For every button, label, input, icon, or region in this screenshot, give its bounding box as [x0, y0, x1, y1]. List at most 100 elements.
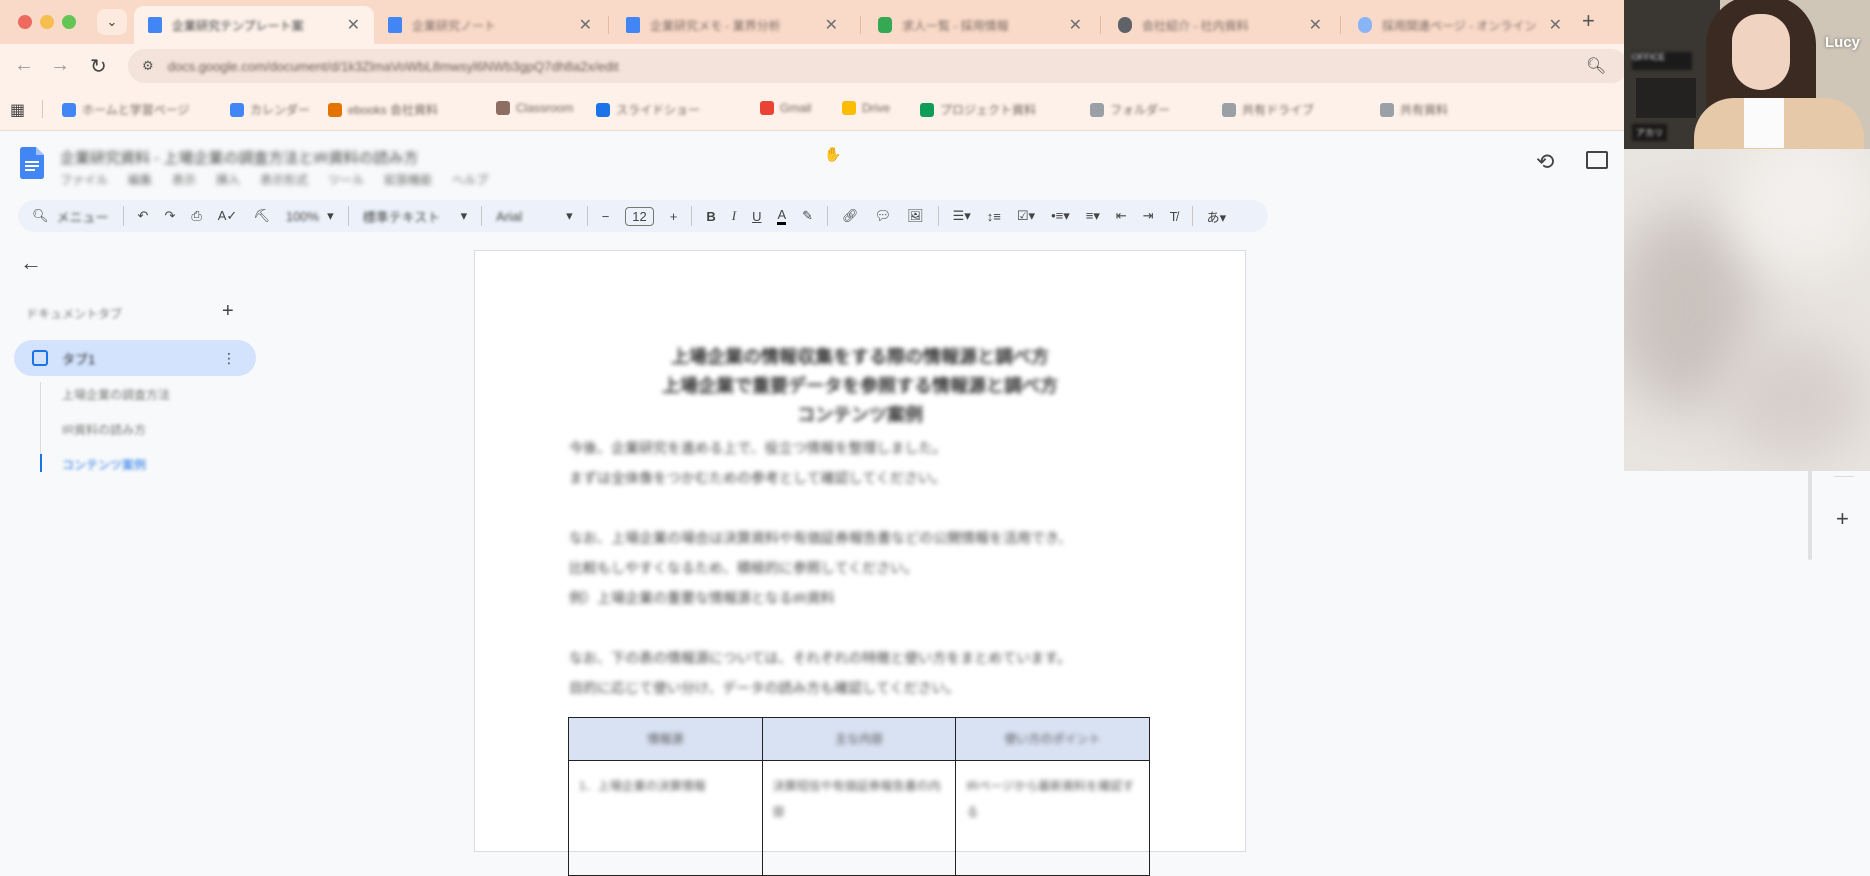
bookmark-item[interactable]: カレンダー — [230, 101, 310, 118]
add-comment-icon[interactable]: 💬︎ — [875, 208, 892, 224]
zoom-magnifier-icon[interactable]: 🔍︎ — [1586, 56, 1606, 76]
line-spacing-icon[interactable]: ↕≡ — [987, 209, 1001, 224]
bookmark-item[interactable]: 共有資料 — [1380, 101, 1448, 118]
tab-close-icon[interactable]: ✕ — [1309, 15, 1322, 35]
bookmark-item[interactable]: Drive — [842, 101, 890, 115]
tab-close-icon[interactable]: ✕ — [825, 15, 838, 35]
menu-edit[interactable]: 編集 — [128, 171, 152, 188]
menu-insert[interactable]: 挿入 — [216, 171, 240, 188]
close-outline-arrow-icon[interactable]: ← — [20, 250, 42, 276]
browser-tab[interactable]: 企業研究ノート ✕ — [374, 6, 606, 44]
font-dropdown-icon[interactable]: ▾ — [566, 208, 573, 224]
table-cell[interactable]: 決算短信や有価証券報告書の内容 — [761, 760, 957, 876]
bulleted-list-icon[interactable]: •≡▾ — [1051, 208, 1070, 224]
search-menus-input[interactable]: メニュー — [57, 207, 109, 226]
outline-heading-active[interactable]: コンテンツ案例 — [62, 456, 146, 473]
window-close-button[interactable] — [18, 15, 32, 29]
font-size-input[interactable]: 12 — [625, 206, 654, 226]
menu-extensions[interactable]: 拡張機能 — [384, 171, 432, 188]
increase-font-size-icon[interactable]: + — [670, 209, 678, 224]
side-panel-scrollbar[interactable] — [1808, 470, 1812, 560]
outline-heading[interactable]: 上場企業の調査方法 — [62, 386, 170, 403]
bookmark-item[interactable]: スライドショー — [596, 101, 700, 118]
site-settings-icon[interactable]: ⚙ — [142, 58, 154, 74]
paint-format-icon[interactable]: ⛏ — [253, 208, 270, 224]
document-tab-item[interactable]: タブ1 ⋮ — [14, 340, 256, 376]
browser-tab-active[interactable]: 企業研究テンプレート案 ✕ — [134, 6, 374, 44]
bookmark-item[interactable]: プロジェクト資料 — [920, 101, 1036, 118]
new-tab-plus-icon[interactable]: + — [1582, 8, 1595, 34]
browser-tab[interactable]: 求人一覧 - 採用情報 ✕ — [864, 6, 1096, 44]
table-cell[interactable]: 1．上場企業の決算情報 — [568, 760, 763, 876]
get-addons-plus-icon[interactable]: + — [1836, 506, 1849, 532]
outline-heading[interactable]: IR資料の読み方 — [62, 421, 146, 438]
address-bar[interactable]: ⚙ docs.google.com/document/d/1k3ZlmaVoWb… — [128, 49, 1628, 83]
tab-close-icon[interactable]: ✕ — [579, 15, 592, 35]
highlight-icon[interactable]: ✎ — [802, 208, 813, 224]
add-tab-plus-icon[interactable]: + — [222, 300, 234, 323]
menu-format[interactable]: 表示形式 — [260, 171, 308, 188]
menu-view[interactable]: 表示 — [172, 171, 196, 188]
input-tools-icon[interactable]: あ▾ — [1207, 207, 1227, 226]
cell-text: IRページから最新資料を確認する — [966, 779, 1135, 819]
bookmark-item[interactable]: 共有ドライブ — [1222, 101, 1314, 118]
browser-tab[interactable]: 会社紹介 - 社内資料 ✕ — [1104, 6, 1336, 44]
toolbar-separator — [347, 206, 349, 226]
video-tile-secondary[interactable] — [1624, 149, 1870, 471]
bookmark-item[interactable]: Gmail — [760, 101, 811, 115]
bookmark-item[interactable]: ホームと学習ページ — [62, 101, 189, 118]
window-minimize-button[interactable] — [40, 15, 54, 29]
reload-icon[interactable]: ↻ — [90, 54, 107, 79]
spellcheck-icon[interactable]: A✓ — [218, 208, 238, 224]
forward-arrow-icon[interactable]: → — [50, 54, 70, 77]
italic-icon[interactable]: I — [732, 208, 736, 224]
insert-image-icon[interactable]: 🖼︎ — [907, 208, 924, 224]
menu-help[interactable]: ヘルプ — [452, 171, 488, 188]
version-history-icon[interactable]: ⟲ — [1536, 149, 1554, 175]
tab-close-icon[interactable]: ✕ — [1069, 15, 1082, 35]
back-arrow-icon[interactable]: ← — [14, 54, 34, 77]
insert-link-icon[interactable]: 🔗︎ — [842, 208, 859, 224]
tab-search-chevron-icon[interactable]: ⌄ — [97, 9, 127, 35]
bookmark-favicon-icon — [62, 102, 76, 117]
undo-icon[interactable]: ↶ — [138, 208, 149, 224]
office-sign: OFFICE — [1632, 52, 1692, 70]
decrease-indent-icon[interactable]: ⇤ — [1116, 208, 1127, 224]
bookmark-item[interactable]: フォルダー — [1090, 101, 1170, 118]
checklist-icon[interactable]: ☑▾ — [1017, 208, 1035, 224]
comments-icon[interactable] — [1586, 151, 1608, 169]
decrease-font-size-icon[interactable]: − — [602, 209, 610, 224]
style-select[interactable]: 標準テキスト — [363, 207, 453, 226]
search-menus-icon[interactable]: 🔍︎ — [32, 208, 49, 224]
numbered-list-icon[interactable]: ≡▾ — [1086, 208, 1100, 224]
bookmark-item[interactable]: Classroom — [496, 101, 573, 115]
redo-icon[interactable]: ↷ — [164, 208, 175, 224]
text-color-icon[interactable]: A — [777, 207, 787, 225]
document-title[interactable]: 企業研究資料 - 上場企業の調査方法とIR資料の読み方 — [60, 147, 418, 168]
bookmark-item[interactable]: ebooks 会社資料 — [328, 101, 438, 118]
menu-tools[interactable]: ツール — [328, 171, 364, 188]
font-select[interactable]: Arial — [496, 209, 558, 224]
table-cell[interactable]: IRページから最新資料を確認する — [955, 760, 1150, 876]
underline-icon[interactable]: U — [752, 209, 761, 224]
tab-options-icon[interactable]: ⋮ — [222, 350, 236, 367]
increase-indent-icon[interactable]: ⇥ — [1143, 208, 1154, 224]
bookmark-favicon-icon — [1090, 102, 1104, 117]
menu-file[interactable]: ファイル — [60, 171, 108, 188]
zoom-select[interactable]: 100% — [286, 209, 319, 224]
apps-grid-icon[interactable]: ▦ — [10, 100, 25, 120]
bold-icon[interactable]: B — [706, 209, 715, 224]
browser-tab[interactable]: 企業研究メモ - 業界分析 ✕ — [612, 6, 852, 44]
clear-formatting-icon[interactable]: T̸ — [1170, 209, 1178, 224]
align-icon[interactable]: ☰▾ — [953, 208, 971, 224]
print-icon[interactable]: ⎙ — [191, 208, 201, 224]
zoom-dropdown-icon[interactable]: ▾ — [327, 208, 334, 224]
document-page[interactable]: 上場企業の情報収集をする際の情報源と調べ方 上場企業で重要データを参照する情報源… — [474, 250, 1246, 876]
style-dropdown-icon[interactable]: ▾ — [461, 208, 468, 224]
window-zoom-button[interactable] — [62, 15, 76, 29]
tab-close-icon[interactable]: ✕ — [1549, 15, 1562, 35]
tab-close-icon[interactable]: ✕ — [347, 15, 360, 35]
browser-tab[interactable]: 採用関連ページ - オンライン ✕ — [1344, 6, 1576, 44]
video-tile-main[interactable]: OFFICE アカリ Lucy — [1624, 0, 1870, 149]
google-docs-logo-icon[interactable] — [20, 147, 44, 179]
